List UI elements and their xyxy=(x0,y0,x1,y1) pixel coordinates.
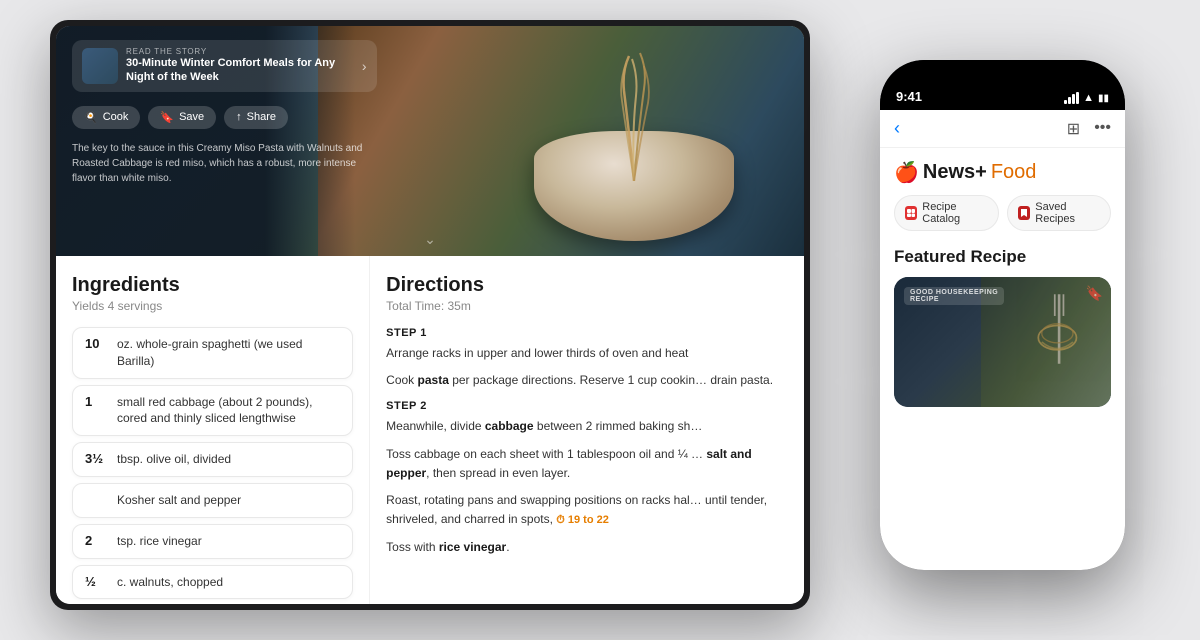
signal-bar xyxy=(1068,97,1071,104)
share-icon: ↑ xyxy=(236,111,242,123)
save-button[interactable]: 🔖 Save xyxy=(148,106,216,129)
source-type: RECIPE xyxy=(910,296,998,303)
timer-badge[interactable]: ⏱ 19 to 22 xyxy=(556,512,609,530)
ingredient-item: 3½ tbsp. olive oil, divided xyxy=(72,442,353,477)
bookmark-icon: 🔖 xyxy=(160,111,174,124)
status-icons: ▲ ▮▮ xyxy=(1064,92,1109,104)
ingredients-column: Ingredients Yields 4 servings 10 oz. who… xyxy=(56,256,370,604)
ingredient-item: Kosher salt and pepper xyxy=(72,483,353,518)
nav-icons: ⊞ ••• xyxy=(1067,119,1111,139)
ingredient-amount: 3½ xyxy=(85,451,109,466)
pasta-strands xyxy=(594,51,674,171)
recipe-catalog-tab[interactable]: Recipe Catalog xyxy=(894,195,999,231)
ingredient-item: 1 small red cabbage (about 2 pounds), co… xyxy=(72,385,353,437)
phone-notch xyxy=(943,60,1063,90)
step-text: Roast, rotating pans and swapping positi… xyxy=(386,491,788,530)
phone-time: 9:41 xyxy=(896,89,922,104)
save-recipe-icon[interactable]: 🔖 xyxy=(1086,285,1103,302)
source-name: GOOD HOUSEKEEPING xyxy=(910,289,998,296)
step-label: STEP 1 xyxy=(386,327,788,339)
share-label: Share xyxy=(247,111,276,123)
recipe-catalog-label: Recipe Catalog xyxy=(922,201,988,225)
back-button[interactable]: ‹ xyxy=(894,118,900,139)
tablet-screen: READ THE STORY 30-Minute Winter Comfort … xyxy=(56,26,804,604)
ingredient-desc: small red cabbage (about 2 pounds), core… xyxy=(117,394,340,428)
phone-brand: 🍎 News+ Food xyxy=(880,148,1125,195)
phone-nav-bar: ‹ ⊞ ••• xyxy=(880,110,1125,148)
story-label: READ THE STORY xyxy=(126,47,354,56)
story-arrow-icon: › xyxy=(362,58,367,74)
scene: READ THE STORY 30-Minute Winter Comfort … xyxy=(0,0,1200,640)
saved-recipes-icon xyxy=(1018,206,1030,220)
ingredient-amount: 10 xyxy=(85,336,109,351)
saved-recipes-tab[interactable]: Saved Recipes xyxy=(1007,195,1111,231)
hero-content: READ THE STORY 30-Minute Winter Comfort … xyxy=(56,26,393,200)
step-label: STEP 2 xyxy=(386,400,788,412)
pasta-bowl-visual xyxy=(494,31,774,251)
save-label: Save xyxy=(179,111,204,123)
hero-description: The key to the sauce in this Creamy Miso… xyxy=(72,141,377,186)
tablet: READ THE STORY 30-Minute Winter Comfort … xyxy=(50,20,810,610)
signal-bar xyxy=(1072,94,1075,104)
story-text: READ THE STORY 30-Minute Winter Comfort … xyxy=(126,47,354,85)
cook-icon: 🍳 xyxy=(84,111,98,124)
featured-card[interactable]: GOOD HOUSEKEEPING RECIPE 🔖 xyxy=(894,277,1111,407)
ingredient-desc: tsp. rice vinegar xyxy=(117,533,202,550)
step-text: Meanwhile, divide cabbage between 2 rimm… xyxy=(386,417,788,436)
cook-label: Cook xyxy=(103,111,129,123)
hero-section: READ THE STORY 30-Minute Winter Comfort … xyxy=(56,26,804,256)
food-label: Food xyxy=(991,161,1037,184)
saved-recipes-label: Saved Recipes xyxy=(1035,201,1100,225)
wifi-icon: ▲ xyxy=(1083,92,1094,104)
step-text: Toss with rice vinegar. xyxy=(386,538,788,557)
signal-icon xyxy=(1064,92,1079,104)
story-thumbnail xyxy=(82,48,118,84)
news-plus-label: News+ xyxy=(923,161,987,184)
content-area: Ingredients Yields 4 servings 10 oz. who… xyxy=(56,256,804,604)
more-icon[interactable]: ••• xyxy=(1094,119,1111,139)
ingredient-desc: oz. whole-grain spaghetti (we used Baril… xyxy=(117,336,340,370)
battery-icon: ▮▮ xyxy=(1098,93,1109,104)
directions-title: Directions xyxy=(386,274,788,297)
ingredient-item: 2 tsp. rice vinegar xyxy=(72,524,353,559)
signal-bar xyxy=(1076,92,1079,104)
ingredient-amount: ½ xyxy=(85,574,109,589)
ingredient-desc: Kosher salt and pepper xyxy=(117,492,241,509)
total-time: Total Time: 35m xyxy=(386,299,788,313)
directions-column: Directions Total Time: 35m STEP 1 Arrang… xyxy=(370,256,804,604)
featured-title: Featured Recipe xyxy=(894,247,1111,267)
apple-logo-icon: 🍎 xyxy=(894,160,919,185)
step-text: Toss cabbage on each sheet with 1 tables… xyxy=(386,445,788,483)
ingredient-item: 10 oz. whole-grain spaghetti (we used Ba… xyxy=(72,327,353,379)
ingredients-subtitle: Yields 4 servings xyxy=(72,299,353,313)
ingredient-item: ½ c. walnuts, chopped xyxy=(72,565,353,600)
phone-tabs: Recipe Catalog Saved Recipes xyxy=(880,195,1125,243)
ingredients-title: Ingredients xyxy=(72,274,353,297)
share-button[interactable]: ↑ Share xyxy=(224,106,288,129)
ingredient-desc: c. walnuts, chopped xyxy=(117,574,223,591)
phone: 9:41 ▲ ▮▮ ‹ ⊞ ••• 🍎 xyxy=(880,60,1125,570)
step-text: Arrange racks in upper and lower thirds … xyxy=(386,344,788,363)
signal-bar xyxy=(1064,100,1067,104)
ingredient-desc: tbsp. olive oil, divided xyxy=(117,451,231,468)
story-banner[interactable]: READ THE STORY 30-Minute Winter Comfort … xyxy=(72,40,377,92)
grid-icon[interactable]: ⊞ xyxy=(1067,119,1080,139)
phone-status-bar: 9:41 ▲ ▮▮ xyxy=(880,60,1125,110)
story-title: 30-Minute Winter Comfort Meals for Any N… xyxy=(126,56,354,85)
step-text: Cook pasta per package directions. Reser… xyxy=(386,371,788,390)
ingredient-amount: 1 xyxy=(85,394,109,409)
ingredient-amount: 2 xyxy=(85,533,109,548)
featured-section: Featured Recipe xyxy=(880,243,1125,417)
featured-card-source: GOOD HOUSEKEEPING RECIPE xyxy=(904,287,1004,305)
chevron-down-icon: ⌄ xyxy=(424,231,436,248)
recipe-catalog-icon xyxy=(905,206,917,220)
phone-screen: ‹ ⊞ ••• 🍎 News+ Food Recipe Catalog xyxy=(880,110,1125,570)
action-buttons: 🍳 Cook 🔖 Save ↑ Share xyxy=(72,106,377,129)
cook-button[interactable]: 🍳 Cook xyxy=(72,106,140,129)
